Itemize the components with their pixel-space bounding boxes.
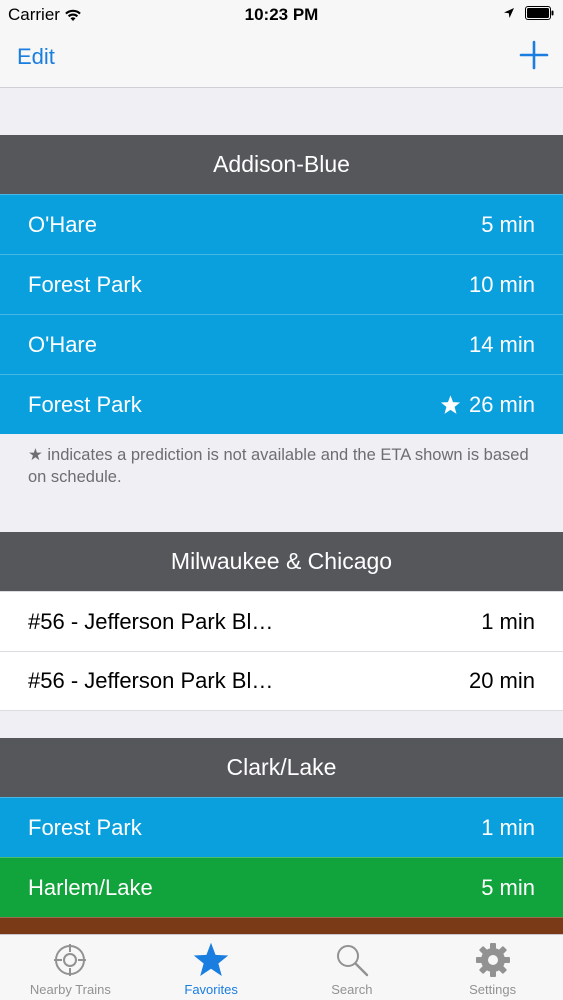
section-addison-blue: Addison-Blue O'Hare 5 min Forest Park 10… (0, 135, 563, 488)
location-arrow-icon (504, 8, 514, 18)
section-header: Clark/Lake (0, 738, 563, 797)
schedule-footnote: ★ indicates a prediction is not availabl… (28, 446, 529, 486)
navigation-bar: Edit (0, 30, 563, 88)
arrival-row-partial[interactable] (0, 917, 563, 934)
status-right (503, 6, 555, 20)
tab-settings[interactable]: Settings (422, 935, 563, 1000)
status-bar: Carrier 10:23 PM (0, 0, 563, 30)
tab-bar: Nearby Trains Favorites Search Settings (0, 934, 563, 1000)
eta-label: 26 min (468, 391, 535, 417)
eta-label: 14 min (468, 331, 535, 357)
eta-label: 1 min (481, 608, 535, 634)
status-time: 10:23 PM (244, 5, 319, 24)
tab-search[interactable]: Search (282, 935, 423, 1000)
crosshair-icon (54, 944, 87, 976)
arrival-row[interactable]: Forest Park 1 min (0, 797, 563, 857)
eta-label: 5 min (481, 211, 535, 237)
destination-label: Forest Park (28, 814, 142, 840)
eta-label: 5 min (481, 874, 535, 900)
eta-label: 20 min (468, 668, 535, 693)
search-icon (336, 945, 369, 977)
arrival-row[interactable]: O'Hare 14 min (0, 314, 563, 374)
destination-label: Forest Park (28, 391, 142, 417)
section-clark-lake: Clark/Lake Forest Park 1 min Harlem/Lake… (0, 738, 563, 934)
tab-label: Favorites (184, 982, 238, 997)
destination-label: #56 - Jefferson Park Bl… (28, 608, 274, 634)
arrival-row[interactable]: O'Hare 5 min (0, 194, 563, 254)
star-icon (193, 942, 229, 976)
section-header: Addison-Blue (0, 135, 563, 194)
plus-icon[interactable] (519, 40, 549, 70)
eta-label: 1 min (481, 814, 535, 840)
tab-favorites[interactable]: Favorites (141, 935, 282, 1000)
arrival-row[interactable]: Forest Park 10 min (0, 254, 563, 314)
tab-label: Nearby Trains (29, 982, 111, 997)
tab-nearby-trains[interactable]: Nearby Trains (0, 935, 141, 1000)
destination-label: O'Hare (28, 331, 97, 357)
tab-label: Settings (469, 982, 517, 997)
destination-label: #56 - Jefferson Park Bl… (28, 668, 274, 693)
section-milwaukee-chicago: Milwaukee & Chicago #56 - Jefferson Park… (0, 532, 563, 711)
scheduled-star-icon (440, 394, 461, 414)
arrival-row[interactable]: #56 - Jefferson Park Bl… 20 min (0, 651, 563, 711)
section-header: Milwaukee & Chicago (0, 532, 563, 591)
favorites-list[interactable]: Addison-Blue O'Hare 5 min Forest Park 10… (0, 88, 563, 934)
edit-button[interactable]: Edit (17, 44, 55, 70)
eta-label: 10 min (468, 271, 535, 297)
arrival-row[interactable]: Harlem/Lake 5 min (0, 857, 563, 917)
destination-label: O'Hare (28, 211, 97, 237)
arrival-row[interactable]: Forest Park 26 min (0, 374, 563, 434)
destination-label: Forest Park (28, 271, 142, 297)
battery-icon (525, 6, 554, 20)
arrival-row[interactable]: #56 - Jefferson Park Bl… 1 min (0, 591, 563, 651)
destination-label: Harlem/Lake (28, 874, 153, 900)
gear-icon (475, 943, 510, 977)
tab-label: Search (331, 982, 373, 997)
